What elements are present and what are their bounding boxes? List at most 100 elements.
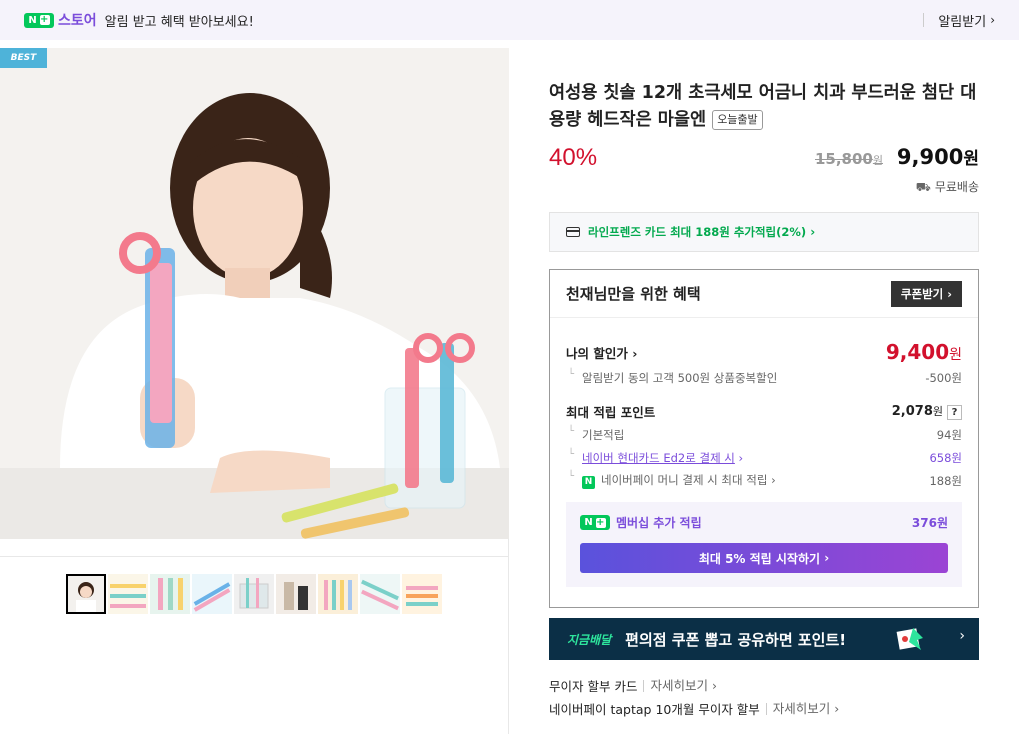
store-label[interactable]: 스토어	[58, 10, 97, 30]
discount-note-row: 알림받기 동의 고객 500원 상품중복할인 -500원	[566, 366, 962, 389]
points-unit: 원	[932, 404, 943, 418]
details-link[interactable]: 자세히보기 ›	[643, 677, 717, 693]
npay-point-link[interactable]: N 네이버페이 머니 결제 시 최대 적립 ›	[566, 471, 776, 489]
thumbnail[interactable]	[318, 574, 358, 614]
logo-letter: N	[28, 14, 38, 26]
credit-card-icon	[566, 227, 580, 237]
my-price-unit: 원	[949, 347, 962, 363]
help-icon[interactable]: ?	[947, 404, 962, 420]
points-total: 2,078원?	[892, 403, 962, 420]
product-photo	[0, 48, 509, 539]
product-gallery: BEST	[0, 48, 509, 734]
naver-plus-logo: N +	[580, 515, 610, 530]
truck-icon: ⛟	[915, 180, 931, 194]
thumbnail[interactable]	[192, 574, 232, 614]
my-price-label: 나의 할인가	[566, 345, 628, 361]
membership-value: 376원	[911, 516, 948, 530]
ad-text: 편의점 쿠폰 뽑고 공유하면 포인트!	[625, 630, 847, 649]
point-value: 658원	[929, 450, 962, 465]
coupon-graphic-icon	[896, 628, 923, 650]
shipping-info: ⛟ 무료배송	[549, 178, 979, 196]
sale-price-value: 9,900	[896, 145, 964, 169]
point-value: 188원	[929, 473, 962, 488]
chevron-right-icon: ›	[824, 551, 830, 565]
my-price-row: 나의 할인가 › 9,400원	[566, 338, 962, 366]
points-total-value: 2,078	[891, 403, 933, 419]
point-row-npay: N 네이버페이 머니 결제 시 최대 적립 › 188원	[566, 469, 962, 492]
thumbnail[interactable]	[108, 574, 148, 614]
points-label: 최대 적립 포인트	[566, 404, 656, 420]
coupon-button-label: 쿠폰받기	[900, 286, 944, 301]
main-product-image[interactable]: BEST	[0, 48, 509, 539]
sale-price: 9,900원	[897, 144, 979, 169]
benefit-header: 천재님만을 위한 혜택 쿠폰받기 ›	[550, 270, 978, 318]
membership-label: 멤버십 추가 적립	[616, 516, 702, 530]
plus-icon: +	[39, 14, 50, 25]
chevron-right-icon: ›	[632, 345, 638, 361]
benefit-box: 천재님만을 위한 혜택 쿠폰받기 › 나의 할인가 › 9,400원 알림받기 …	[549, 269, 979, 608]
card-promo-text: 라인프렌즈 카드 최대 188원 추가적립(2%)	[588, 225, 807, 239]
divider	[923, 13, 925, 27]
price-row: 40% 15,800원 9,900원	[549, 140, 979, 180]
ad-logo: 지금배달	[567, 632, 612, 647]
product-info-panel: 여성용 칫솔 12개 초극세모 어금니 치과 부드러운 첨단 대용량 헤드작은 …	[549, 48, 979, 720]
card-promo-link[interactable]: 라인프렌즈 카드 최대 188원 추가적립(2%) ›	[549, 212, 979, 252]
point-row-card: 네이버 현대카드 Ed2로 결제 시 › 658원	[566, 446, 962, 469]
installment-links: 무이자 할부 카드 자세히보기 › 네이버페이 taptap 10개월 무이자 …	[549, 674, 979, 720]
my-price-link[interactable]: 나의 할인가 ›	[566, 343, 637, 362]
thumbnail[interactable]	[150, 574, 190, 614]
thumbnail[interactable]	[234, 574, 274, 614]
original-price: 15,800원	[815, 150, 883, 168]
benefit-title: 천재님만을 위한 혜택	[566, 285, 701, 303]
dispatch-badge: 오늘출발	[712, 110, 763, 130]
subscribe-link[interactable]: 알림받기 ›	[923, 0, 995, 40]
divider	[0, 556, 509, 557]
plus-icon: +	[595, 516, 606, 528]
point-label: 네이버 현대카드 Ed2로 결제 시	[582, 450, 735, 465]
points-row: 최대 적립 포인트 2,078원?	[566, 399, 962, 423]
discount-amount: -500원	[925, 370, 962, 385]
card-point-link[interactable]: 네이버 현대카드 Ed2로 결제 시 ›	[566, 449, 744, 466]
original-price-value: 15,800	[814, 150, 873, 168]
notification-banner: N + 스토어 알림 받고 혜택 받아보세요! 알림받기 ›	[0, 0, 1019, 40]
membership-box: N + 멤버십 추가 적립 376원 최대 5% 적립 시작하기 ›	[566, 502, 962, 587]
chevron-right-icon: ›	[834, 700, 840, 716]
coupon-button[interactable]: 쿠폰받기 ›	[890, 280, 962, 307]
shipping-label: 무료배송	[934, 180, 979, 194]
my-price-value: 9,400	[885, 340, 950, 364]
logo-letter: N	[584, 517, 594, 528]
chevron-right-icon: ›	[738, 450, 744, 465]
discount-note: 알림받기 동의 고객 500원 상품중복할인	[566, 369, 777, 386]
chevron-right-icon: ›	[771, 473, 776, 487]
point-value: 94원	[936, 427, 962, 442]
membership-title: N + 멤버십 추가 적립	[580, 514, 702, 531]
point-row-basic: 기본적립 94원	[566, 423, 962, 446]
link-label: 네이버페이 taptap 10개월 무이자 할부	[549, 702, 760, 717]
membership-row: N + 멤버십 추가 적립 376원	[580, 514, 948, 531]
thumbnail[interactable]	[360, 574, 400, 614]
chevron-right-icon: ›	[810, 225, 816, 239]
membership-start-button[interactable]: 최대 5% 적립 시작하기 ›	[580, 543, 948, 573]
thumbnail[interactable]	[66, 574, 106, 614]
details-link[interactable]: 자세히보기 ›	[765, 700, 840, 716]
chevron-right-icon: ›	[947, 286, 952, 301]
link-label: 무이자 할부 카드	[549, 679, 638, 694]
ad-banner[interactable]: 지금배달 편의점 쿠폰 뽑고 공유하면 포인트! ›	[549, 618, 979, 660]
chevron-right-icon: ›	[711, 677, 717, 693]
point-label: 기본적립	[566, 426, 624, 443]
thumbnail[interactable]	[402, 574, 442, 614]
best-tag: BEST	[0, 48, 47, 68]
naver-pay-icon: N	[582, 476, 595, 489]
npay-installment-row: 네이버페이 taptap 10개월 무이자 할부 자세히보기 ›	[549, 697, 979, 720]
my-price: 9,400원	[886, 340, 962, 364]
details-label: 자세히보기	[772, 700, 831, 716]
product-title: 여성용 칫솔 12개 초극세모 어금니 치과 부드러운 첨단 대용량 헤드작은 …	[549, 80, 979, 134]
chevron-right-icon: ›	[990, 13, 995, 27]
installment-card-row: 무이자 할부 카드 자세히보기 ›	[549, 674, 979, 697]
thumbnail-strip	[66, 574, 442, 614]
membership-button-label: 최대 5% 적립 시작하기	[698, 551, 821, 566]
thumbnail[interactable]	[276, 574, 316, 614]
original-price-unit: 원	[872, 154, 883, 167]
chevron-right-icon: ›	[959, 628, 965, 644]
benefit-body: 나의 할인가 › 9,400원 알림받기 동의 고객 500원 상품중복할인 -…	[550, 318, 978, 607]
